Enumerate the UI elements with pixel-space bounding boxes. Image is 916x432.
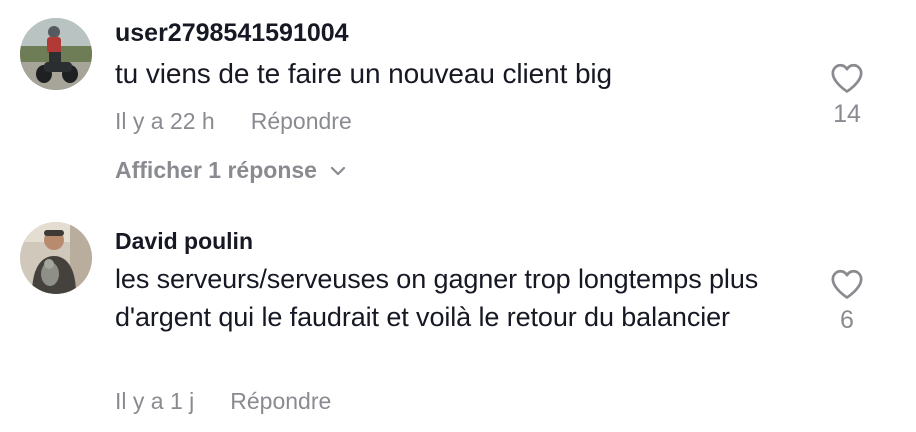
like-button[interactable]: 14 <box>820 62 874 129</box>
heart-icon[interactable] <box>830 62 864 94</box>
like-button[interactable]: 6 <box>820 268 874 335</box>
avatar[interactable] <box>20 18 92 90</box>
person-with-pet-avatar-icon <box>20 222 92 294</box>
comment-username[interactable]: David poulin <box>115 228 253 255</box>
view-replies-label: Afficher 1 réponse <box>115 157 317 183</box>
comment-username[interactable]: user2798541591004 <box>115 19 349 48</box>
view-replies-button[interactable]: Afficher 1 réponse <box>115 157 347 184</box>
avatar[interactable] <box>20 222 92 294</box>
comment-meta: Il y a 22 h Répondre <box>115 108 352 135</box>
comment-timestamp: Il y a 22 h <box>115 108 215 134</box>
heart-icon[interactable] <box>830 268 864 300</box>
motorcycle-rider-avatar-icon <box>20 18 92 90</box>
comment-meta: Il y a 1 j Répondre <box>115 388 331 415</box>
comment-timestamp: Il y a 1 j <box>115 388 195 414</box>
comment-text: tu viens de te faire un nouveau client b… <box>115 58 613 89</box>
chevron-down-icon <box>330 166 346 175</box>
reply-button[interactable]: Répondre <box>230 388 331 415</box>
like-count: 14 <box>833 100 861 128</box>
like-count: 6 <box>840 306 854 334</box>
reply-button[interactable]: Répondre <box>251 108 352 135</box>
comment-text: les serveurs/serveuses on gagner trop lo… <box>115 264 759 332</box>
